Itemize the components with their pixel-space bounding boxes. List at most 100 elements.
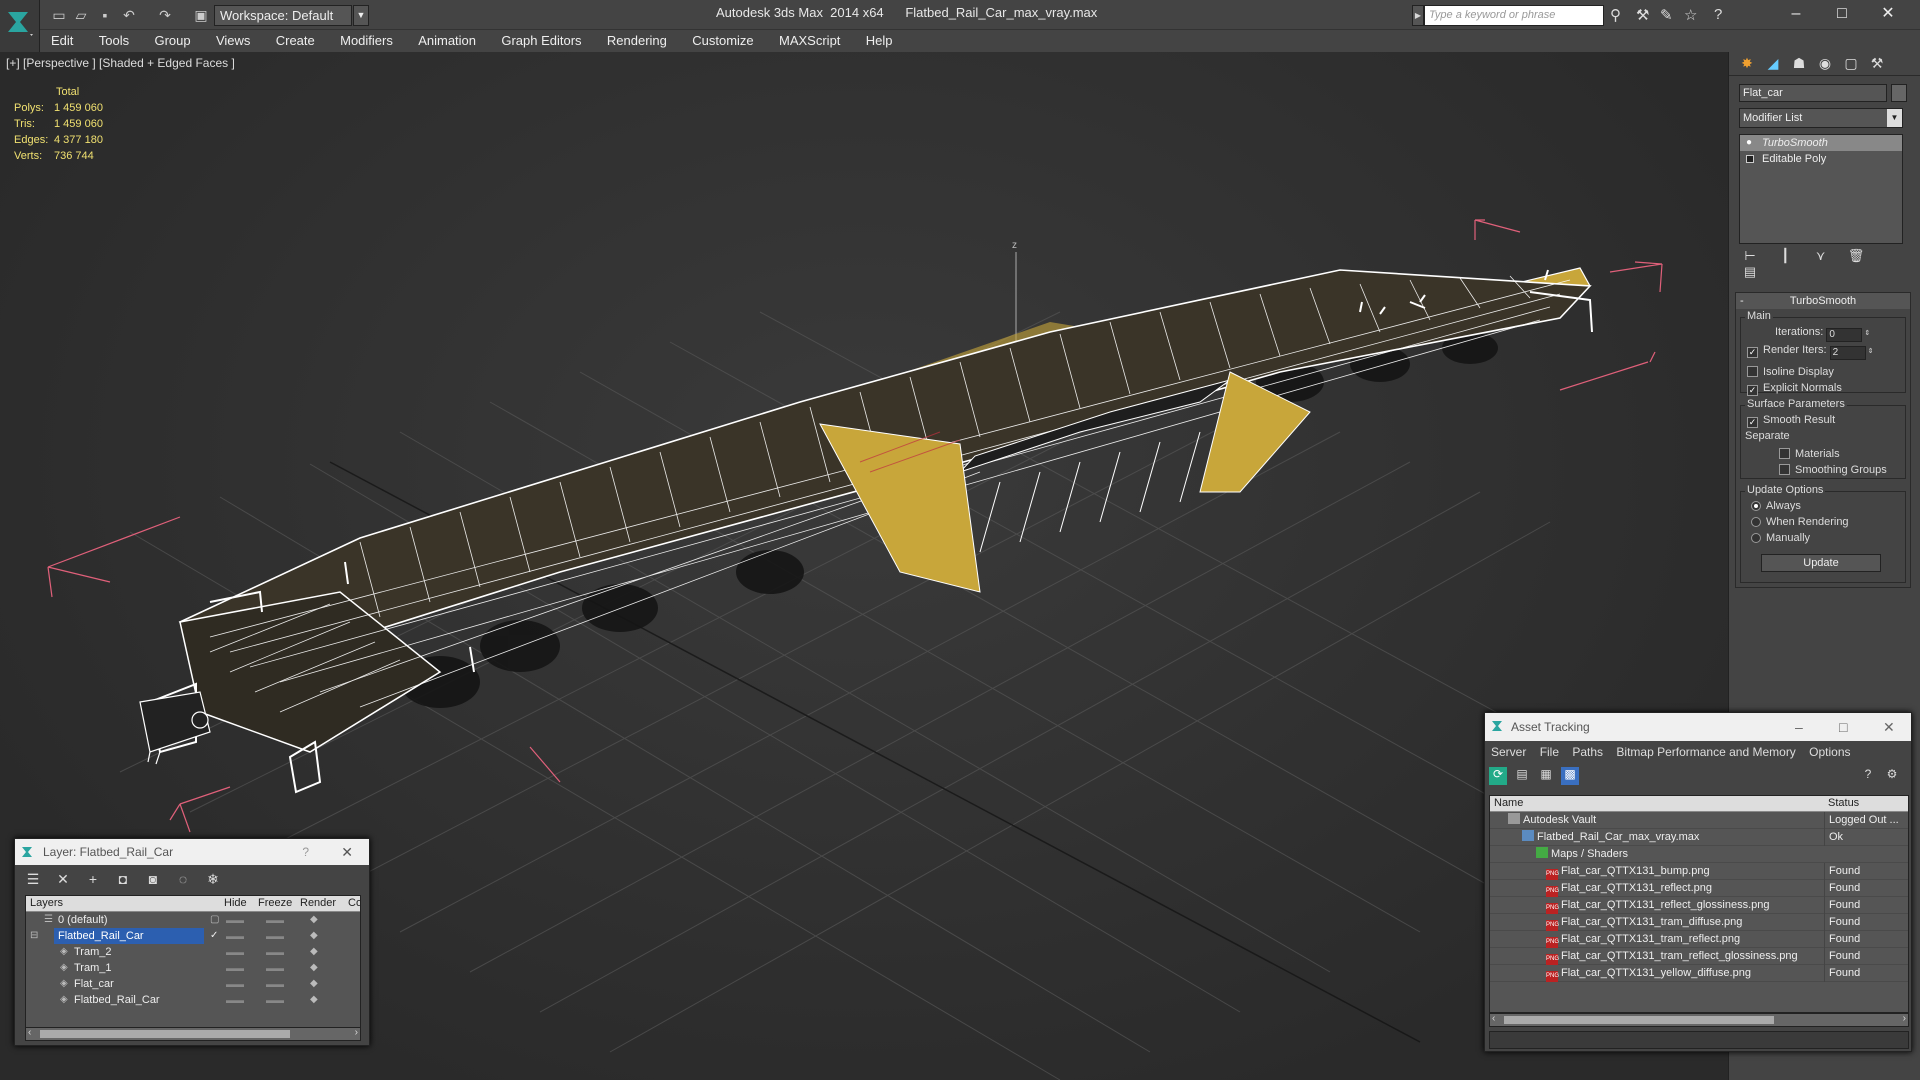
- hide-toggle[interactable]: ▬▬: [226, 992, 244, 1008]
- smooth-result-checkbox[interactable]: ✓: [1747, 417, 1758, 428]
- make-unique-icon[interactable]: ⋎: [1810, 248, 1832, 264]
- freeze-toggle[interactable]: ▬▬: [266, 944, 284, 960]
- render-teapot-icon[interactable]: ◆: [310, 992, 318, 1008]
- scroll-left-icon[interactable]: ‹: [28, 1027, 31, 1038]
- help-icon[interactable]: ?: [302, 839, 309, 865]
- col-freeze[interactable]: Freeze: [258, 897, 292, 909]
- list-view-icon[interactable]: ▤: [1513, 767, 1531, 785]
- minimize-icon[interactable]: –: [1795, 713, 1803, 741]
- create-tab-icon[interactable]: ✸: [1737, 55, 1757, 73]
- collapse-icon[interactable]: -: [1740, 293, 1744, 309]
- modify-tab-icon[interactable]: ◢: [1763, 55, 1783, 73]
- layer-row[interactable]: ◈ Flatbed_Rail_Car ▬▬ ▬▬ ◆: [26, 992, 360, 1008]
- render-iters-checkbox[interactable]: ✓: [1747, 347, 1758, 358]
- manually-radio[interactable]: [1751, 533, 1761, 543]
- project-folder-icon[interactable]: ▣: [192, 6, 210, 24]
- object-name-field[interactable]: Flat_car: [1739, 84, 1887, 102]
- current-layer-icon[interactable]: ▢: [210, 912, 219, 928]
- modifier-list-dropdown[interactable]: Modifier List ▼: [1739, 108, 1903, 128]
- spinner-arrows-icon[interactable]: ⇕: [1866, 348, 1874, 355]
- delete-layer-icon[interactable]: ✕: [53, 871, 73, 888]
- render-teapot-icon[interactable]: ◆: [310, 960, 318, 976]
- render-teapot-icon[interactable]: ◆: [310, 928, 318, 944]
- chevron-down-icon[interactable]: ▼: [353, 5, 369, 26]
- grid-view-icon[interactable]: ▩: [1561, 767, 1579, 785]
- always-radio[interactable]: [1751, 501, 1761, 511]
- highlight-layer-icon[interactable]: ◙: [143, 871, 163, 887]
- settings-icon[interactable]: ⚙: [1883, 767, 1901, 785]
- show-end-result-icon[interactable]: ┃: [1774, 248, 1796, 264]
- render-teapot-icon[interactable]: ◆: [310, 912, 318, 928]
- col-status[interactable]: Status: [1828, 797, 1859, 809]
- expand-icon[interactable]: ⊟: [30, 928, 38, 944]
- utilities-tab-icon[interactable]: ⚒: [1867, 55, 1887, 73]
- close-icon[interactable]: ✕: [341, 839, 353, 865]
- isoline-checkbox[interactable]: [1747, 366, 1758, 377]
- render-teapot-icon[interactable]: ◆: [310, 976, 318, 992]
- menu-views[interactable]: Views: [205, 30, 261, 51]
- menu-rendering[interactable]: Rendering: [596, 30, 678, 51]
- col-render[interactable]: Render: [300, 897, 336, 909]
- search-input[interactable]: Type a keyword or phrase: [1424, 5, 1604, 26]
- help-icon[interactable]: ?: [1714, 6, 1722, 23]
- asset-row[interactable]: PNG Flat_car_QTTX131_reflect.png Found: [1490, 880, 1908, 897]
- render-teapot-icon[interactable]: ◆: [310, 944, 318, 960]
- save-file-icon[interactable]: ▪: [96, 6, 114, 24]
- spinner-arrows-icon[interactable]: ⇕: [1862, 330, 1870, 337]
- asset-menu-options[interactable]: Options: [1809, 745, 1850, 759]
- layer-row[interactable]: ◈ Flat_car ▬▬ ▬▬ ◆: [26, 976, 360, 992]
- menu-edit[interactable]: Edit: [40, 30, 84, 51]
- materials-checkbox[interactable]: [1779, 448, 1790, 459]
- scroll-right-icon[interactable]: ›: [1903, 1013, 1906, 1024]
- checkmark-icon[interactable]: ✓: [210, 928, 218, 944]
- remove-modifier-icon[interactable]: 🗑: [1845, 248, 1867, 264]
- motion-tab-icon[interactable]: ◉: [1815, 55, 1835, 73]
- smoothing-groups-checkbox[interactable]: [1779, 464, 1790, 475]
- hide-toggle[interactable]: ▬▬: [226, 944, 244, 960]
- update-button[interactable]: Update: [1761, 554, 1881, 572]
- hide-toggle[interactable]: ▬▬: [226, 928, 244, 944]
- rollout-header[interactable]: - TurboSmooth: [1736, 293, 1910, 309]
- stack-item-turbosmooth[interactable]: ● TurboSmooth: [1740, 135, 1902, 151]
- asset-menu-server[interactable]: Server: [1491, 745, 1526, 759]
- layer-window-titlebar[interactable]: Layer: Flatbed_Rail_Car ? ✕: [15, 839, 369, 865]
- when-rendering-radio[interactable]: [1751, 517, 1761, 527]
- asset-row[interactable]: PNG Flat_car_QTTX131_reflect_glossiness.p…: [1490, 897, 1908, 914]
- flatbed-rail-car[interactable]: [139, 267, 1593, 794]
- layer-row[interactable]: ◈ Tram_2 ▬▬ ▬▬ ◆: [26, 944, 360, 960]
- asset-row[interactable]: PNG Flat_car_QTTX131_tram_diffuse.png Foun…: [1490, 914, 1908, 931]
- asset-row[interactable]: Flatbed_Rail_Car_max_vray.max Ok: [1490, 829, 1908, 846]
- menu-group[interactable]: Group: [143, 30, 201, 51]
- layer-row[interactable]: ◈ Tram_1 ▬▬ ▬▬ ◆: [26, 960, 360, 976]
- table-view-icon[interactable]: ▦: [1537, 767, 1555, 785]
- close-button[interactable]: ✕: [1866, 2, 1910, 26]
- maximize-icon[interactable]: □: [1839, 713, 1847, 741]
- asset-row[interactable]: PNG Flat_car_QTTX131_yellow_diffuse.png Fo…: [1490, 965, 1908, 982]
- layer-horizontal-scrollbar[interactable]: ‹ ›: [25, 1027, 361, 1041]
- col-color[interactable]: Co: [348, 897, 360, 909]
- expand-icon[interactable]: [1746, 155, 1754, 163]
- freeze-toggle[interactable]: ▬▬: [266, 928, 284, 944]
- lightbulb-icon[interactable]: ●: [1746, 135, 1752, 151]
- scrollbar-thumb[interactable]: [40, 1030, 290, 1038]
- viewport-label[interactable]: [+] [Perspective ] [Shaded + Edged Faces…: [6, 56, 235, 70]
- refresh-icon[interactable]: ⟳: [1489, 767, 1507, 785]
- freeze-all-layers-icon[interactable]: ❄: [203, 871, 223, 888]
- asset-menu-file[interactable]: File: [1540, 745, 1559, 759]
- menu-graph-editors[interactable]: Graph Editors: [490, 30, 592, 51]
- workspace-dropdown[interactable]: Workspace: Default ▼: [214, 5, 369, 26]
- asset-horizontal-scrollbar[interactable]: ‹ ›: [1489, 1013, 1909, 1027]
- asset-menu-bitmap-performance[interactable]: Bitmap Performance and Memory: [1616, 745, 1795, 759]
- col-layers[interactable]: Layers: [30, 897, 63, 909]
- layer-row[interactable]: ☰ 0 (default) ▢ ▬▬ ▬▬ ◆: [26, 912, 360, 928]
- scroll-left-icon[interactable]: ‹: [1492, 1013, 1495, 1024]
- hide-all-layers-icon[interactable]: ◌: [173, 871, 193, 887]
- asset-row[interactable]: PNG Flat_car_QTTX131_bump.png Found: [1490, 863, 1908, 880]
- communication-icon[interactable]: ✎: [1660, 6, 1673, 24]
- configure-modifier-sets-icon[interactable]: ▤: [1739, 264, 1761, 280]
- object-color-swatch[interactable]: [1891, 84, 1907, 102]
- explicit-normals-checkbox[interactable]: ✓: [1747, 385, 1758, 396]
- help-icon[interactable]: ?: [1859, 767, 1877, 785]
- new-file-icon[interactable]: ▭: [50, 6, 68, 24]
- menu-customize[interactable]: Customize: [681, 30, 764, 51]
